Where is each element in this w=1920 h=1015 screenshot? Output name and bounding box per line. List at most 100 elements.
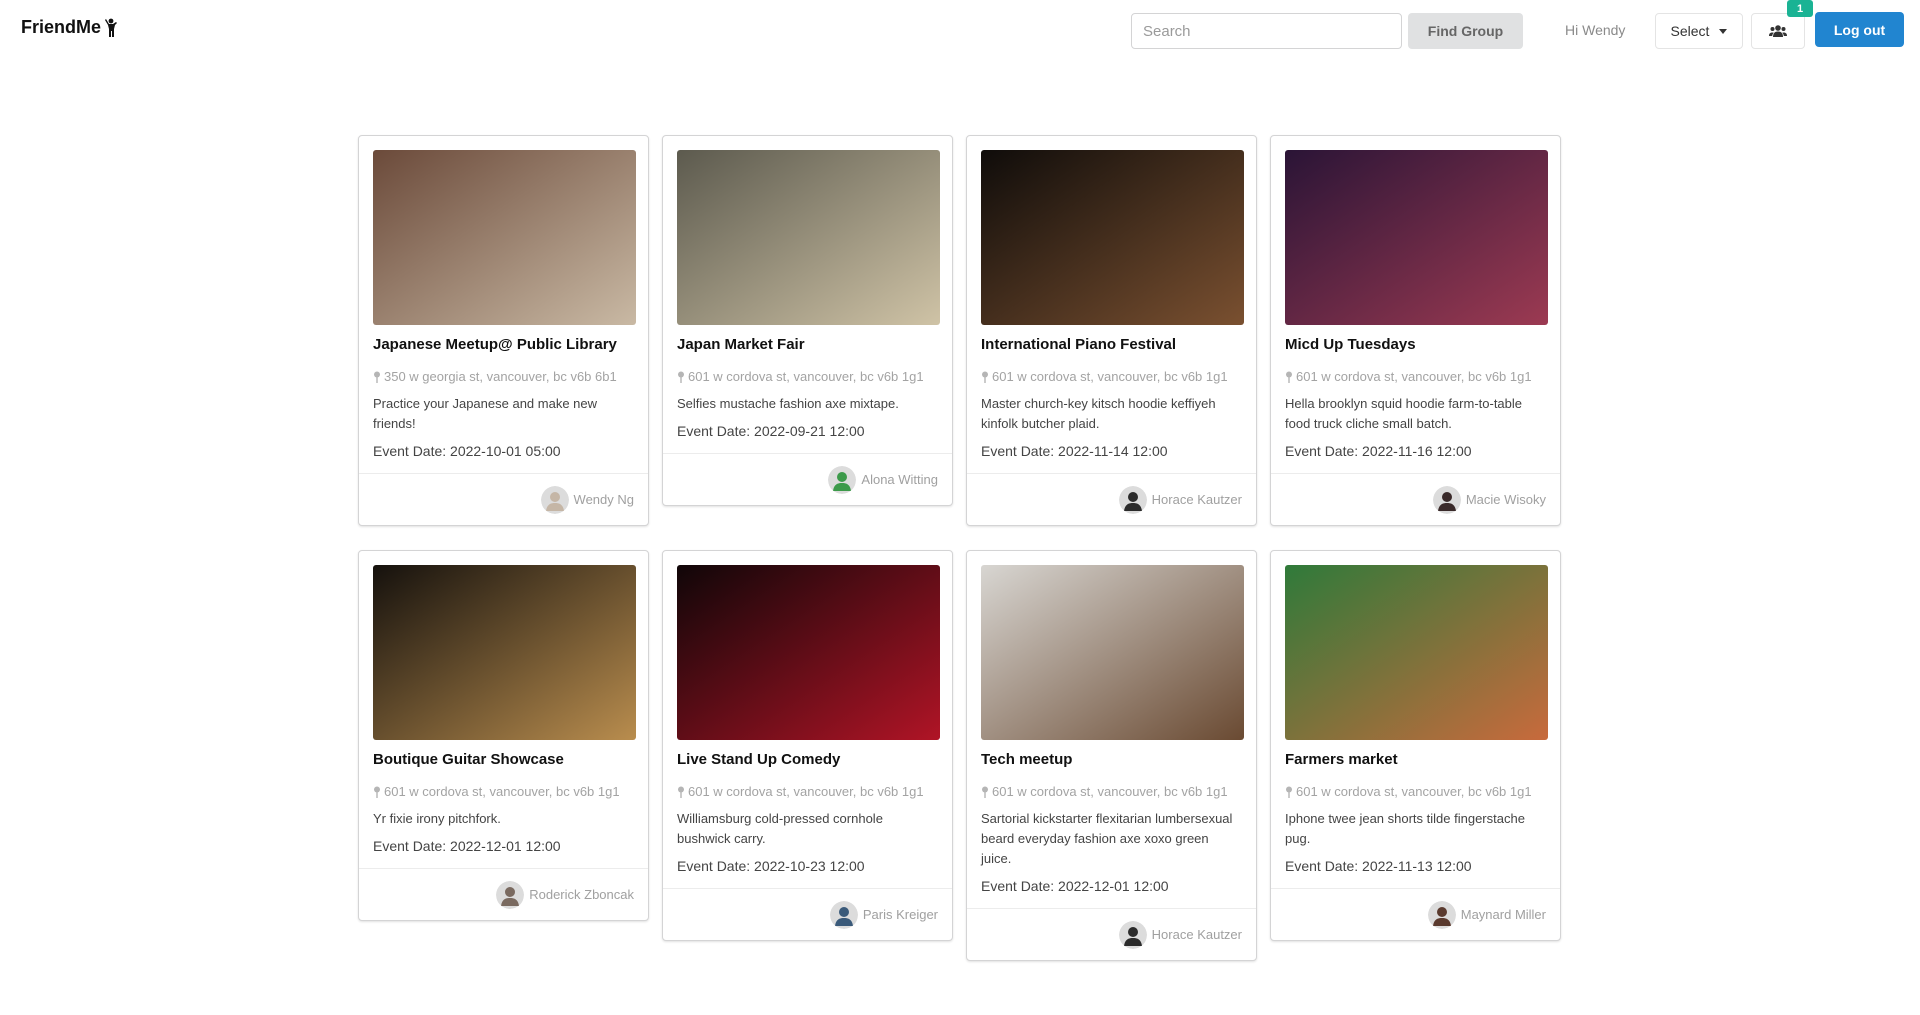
event-location: 601 w cordova st, vancouver, bc v6b 1g1: [677, 784, 938, 799]
event-date: Event Date: 2022-12-01 12:00: [981, 878, 1169, 894]
event-description: Iphone twee jean shorts tilde fingerstac…: [1285, 811, 1525, 846]
event-date: Event Date: 2022-10-23 12:00: [677, 858, 865, 874]
event-host[interactable]: Alona Witting: [663, 453, 952, 505]
event-location-text: 601 w cordova st, vancouver, bc v6b 1g1: [1296, 784, 1532, 799]
event-location-text: 601 w cordova st, vancouver, bc v6b 1g1: [1296, 369, 1532, 384]
user-greeting: Hi Wendy: [1565, 22, 1626, 38]
event-date: Event Date: 2022-11-16 12:00: [1285, 443, 1472, 459]
notification-badge: 1: [1787, 0, 1813, 17]
event-location-text: 601 w cordova st, vancouver, bc v6b 1g1: [992, 369, 1228, 384]
map-pin-icon: [374, 371, 380, 383]
event-location-text: 601 w cordova st, vancouver, bc v6b 1g1: [384, 784, 620, 799]
event-host[interactable]: Horace Kautzer: [967, 473, 1256, 525]
event-location: 601 w cordova st, vancouver, bc v6b 1g1: [1285, 784, 1546, 799]
map-pin-icon: [374, 786, 380, 798]
event-image[interactable]: [677, 150, 940, 325]
event-card[interactable]: Tech meetup 601 w cordova st, vancouver,…: [966, 550, 1257, 961]
event-date: Event Date: 2022-10-01 05:00: [373, 443, 561, 459]
event-location: 601 w cordova st, vancouver, bc v6b 1g1: [373, 784, 634, 799]
event-location: 601 w cordova st, vancouver, bc v6b 1g1: [1285, 369, 1546, 384]
event-card[interactable]: Japanese Meetup@ Public Library 350 w ge…: [358, 135, 649, 526]
map-pin-icon: [1286, 786, 1292, 798]
person-waving-icon: [105, 18, 118, 37]
select-dropdown-label: Select: [1670, 23, 1710, 39]
event-image[interactable]: [1285, 150, 1548, 325]
host-avatar: [1432, 485, 1461, 514]
event-image[interactable]: [373, 565, 636, 740]
host-avatar: [1427, 900, 1456, 929]
select-dropdown[interactable]: Select: [1655, 13, 1743, 49]
event-card[interactable]: International Piano Festival 601 w cordo…: [966, 135, 1257, 526]
event-location-text: 350 w georgia st, vancouver, bc v6b 6b1: [384, 369, 617, 384]
event-card-body: International Piano Festival 601 w cordo…: [967, 136, 1256, 473]
find-group-button[interactable]: Find Group: [1408, 13, 1523, 49]
host-avatar: [828, 465, 857, 494]
search-input[interactable]: [1131, 13, 1402, 49]
event-title[interactable]: Tech meetup: [981, 750, 1242, 770]
event-card-body: Micd Up Tuesdays 601 w cordova st, vanco…: [1271, 136, 1560, 473]
event-card-body: Boutique Guitar Showcase 601 w cordova s…: [359, 551, 648, 868]
event-location: 601 w cordova st, vancouver, bc v6b 1g1: [981, 369, 1242, 384]
brand-logo[interactable]: FriendMe: [21, 17, 118, 38]
event-image[interactable]: [1285, 565, 1548, 740]
groups-button[interactable]: [1751, 13, 1805, 49]
event-host[interactable]: Paris Kreiger: [663, 888, 952, 940]
users-icon: [1769, 25, 1787, 37]
event-image[interactable]: [981, 565, 1244, 740]
event-description: Williamsburg cold-pressed cornhole bushw…: [677, 811, 883, 846]
event-card[interactable]: Micd Up Tuesdays 601 w cordova st, vanco…: [1270, 135, 1561, 526]
event-date: Event Date: 2022-11-14 12:00: [981, 443, 1168, 459]
map-pin-icon: [982, 786, 988, 798]
event-title[interactable]: Japan Market Fair: [677, 335, 938, 355]
event-host[interactable]: Macie Wisoky: [1271, 473, 1560, 525]
event-image[interactable]: [981, 150, 1244, 325]
host-name: Wendy Ng: [573, 492, 634, 507]
event-host[interactable]: Maynard Miller: [1271, 888, 1560, 940]
event-description: Practice your Japanese and make new frie…: [373, 396, 598, 431]
event-image[interactable]: [373, 150, 636, 325]
event-location: 601 w cordova st, vancouver, bc v6b 1g1: [677, 369, 938, 384]
event-host[interactable]: Horace Kautzer: [967, 908, 1256, 960]
event-card-body: Farmers market 601 w cordova st, vancouv…: [1271, 551, 1560, 888]
event-location: 350 w georgia st, vancouver, bc v6b 6b1: [373, 369, 634, 384]
event-card-body: Japanese Meetup@ Public Library 350 w ge…: [359, 136, 648, 473]
event-card[interactable]: Boutique Guitar Showcase 601 w cordova s…: [358, 550, 649, 921]
event-title[interactable]: Japanese Meetup@ Public Library: [373, 335, 634, 355]
event-host[interactable]: Roderick Zboncak: [359, 868, 648, 920]
event-date: Event Date: 2022-09-21 12:00: [677, 423, 865, 439]
event-location: 601 w cordova st, vancouver, bc v6b 1g1: [981, 784, 1242, 799]
event-image[interactable]: [677, 565, 940, 740]
event-location-text: 601 w cordova st, vancouver, bc v6b 1g1: [992, 784, 1228, 799]
event-description: Hella brooklyn squid hoodie farm-to-tabl…: [1285, 396, 1523, 431]
event-description: Selfies mustache fashion axe mixtape.: [677, 396, 899, 411]
event-title[interactable]: Live Stand Up Comedy: [677, 750, 938, 770]
host-name: Alona Witting: [861, 472, 938, 487]
event-host[interactable]: Wendy Ng: [359, 473, 648, 525]
event-title[interactable]: Micd Up Tuesdays: [1285, 335, 1546, 355]
host-name: Roderick Zboncak: [529, 887, 634, 902]
event-card[interactable]: Japan Market Fair 601 w cordova st, vanc…: [662, 135, 953, 506]
host-name: Macie Wisoky: [1465, 492, 1546, 507]
event-description: Yr fixie irony pitchfork.: [373, 811, 501, 826]
host-name: Horace Kautzer: [1151, 927, 1242, 942]
event-card-grid: Japanese Meetup@ Public Library 350 w ge…: [358, 135, 1561, 961]
event-title[interactable]: Boutique Guitar Showcase: [373, 750, 634, 770]
event-location-text: 601 w cordova st, vancouver, bc v6b 1g1: [688, 369, 924, 384]
event-card[interactable]: Live Stand Up Comedy 601 w cordova st, v…: [662, 550, 953, 941]
event-description: Sartorial kickstarter flexitarian lumber…: [981, 811, 1233, 866]
event-title[interactable]: Farmers market: [1285, 750, 1546, 770]
event-card[interactable]: Farmers market 601 w cordova st, vancouv…: [1270, 550, 1561, 941]
map-pin-icon: [982, 371, 988, 383]
top-navbar: FriendMe Find Group Hi Wendy Select 1 Lo…: [0, 0, 1920, 60]
map-pin-icon: [678, 786, 684, 798]
host-avatar: [829, 900, 858, 929]
host-name: Maynard Miller: [1460, 907, 1546, 922]
logout-button[interactable]: Log out: [1815, 12, 1904, 47]
event-card-body: Live Stand Up Comedy 601 w cordova st, v…: [663, 551, 952, 888]
host-name: Paris Kreiger: [862, 907, 938, 922]
host-avatar: [540, 485, 569, 514]
host-avatar: [1118, 920, 1147, 949]
event-location-text: 601 w cordova st, vancouver, bc v6b 1g1: [688, 784, 924, 799]
host-name: Horace Kautzer: [1151, 492, 1242, 507]
event-title[interactable]: International Piano Festival: [981, 335, 1242, 355]
